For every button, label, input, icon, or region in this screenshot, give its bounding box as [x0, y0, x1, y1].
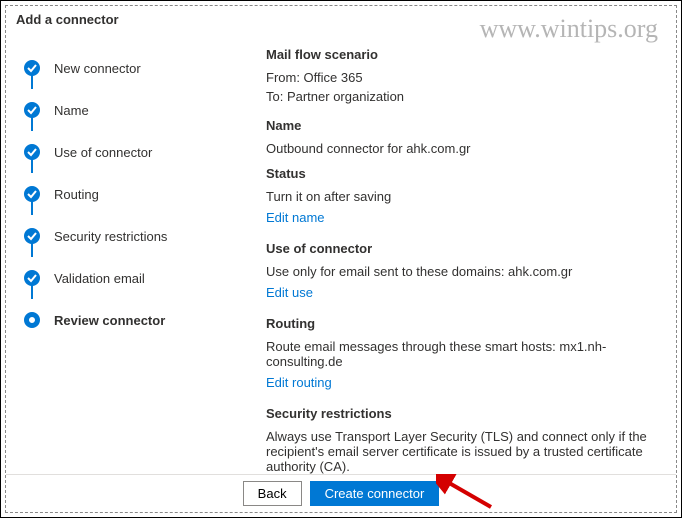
page-title: Add a connector — [6, 6, 676, 29]
step-new-connector: New connector — [24, 47, 196, 89]
back-button[interactable]: Back — [243, 481, 302, 506]
use-title: Use of connector — [266, 241, 656, 256]
step-use-of-connector: Use of connector — [24, 131, 196, 173]
security-title: Security restrictions — [266, 406, 656, 421]
step-label: Validation email — [54, 271, 145, 286]
create-connector-button[interactable]: Create connector — [310, 481, 440, 506]
edit-name-link[interactable]: Edit name — [266, 210, 325, 225]
edit-routing-link[interactable]: Edit routing — [266, 375, 332, 390]
status-title: Status — [266, 166, 656, 181]
step-label: Routing — [54, 187, 99, 202]
routing-value: Route email messages through these smart… — [266, 339, 656, 369]
mailflow-title: Mail flow scenario — [266, 47, 656, 62]
check-icon — [24, 270, 40, 286]
step-label: Review connector — [54, 313, 165, 328]
check-icon — [24, 102, 40, 118]
current-step-icon — [24, 312, 40, 328]
check-icon — [24, 228, 40, 244]
step-label: Use of connector — [54, 145, 152, 160]
step-label: Security restrictions — [54, 229, 167, 244]
step-label: New connector — [54, 61, 141, 76]
check-icon — [24, 186, 40, 202]
step-label: Name — [54, 103, 89, 118]
main-content: Mail flow scenario From: Office 365 To: … — [206, 29, 676, 475]
step-validation-email: Validation email — [24, 257, 196, 299]
mailflow-to: To: Partner organization — [266, 89, 656, 104]
step-name: Name — [24, 89, 196, 131]
name-value: Outbound connector for ahk.com.gr — [266, 141, 656, 156]
step-review-connector: Review connector — [24, 299, 196, 341]
mailflow-from: From: Office 365 — [266, 70, 656, 85]
status-value: Turn it on after saving — [266, 189, 656, 204]
footer: Back Create connector — [6, 474, 676, 512]
steps-sidebar: New connector Name Use of connector — [6, 29, 206, 475]
name-title: Name — [266, 118, 656, 133]
routing-title: Routing — [266, 316, 656, 331]
security-value: Always use Transport Layer Security (TLS… — [266, 429, 656, 474]
check-icon — [24, 144, 40, 160]
use-value: Use only for email sent to these domains… — [266, 264, 656, 279]
step-security-restrictions: Security restrictions — [24, 215, 196, 257]
step-routing: Routing — [24, 173, 196, 215]
check-icon — [24, 60, 40, 76]
edit-use-link[interactable]: Edit use — [266, 285, 313, 300]
